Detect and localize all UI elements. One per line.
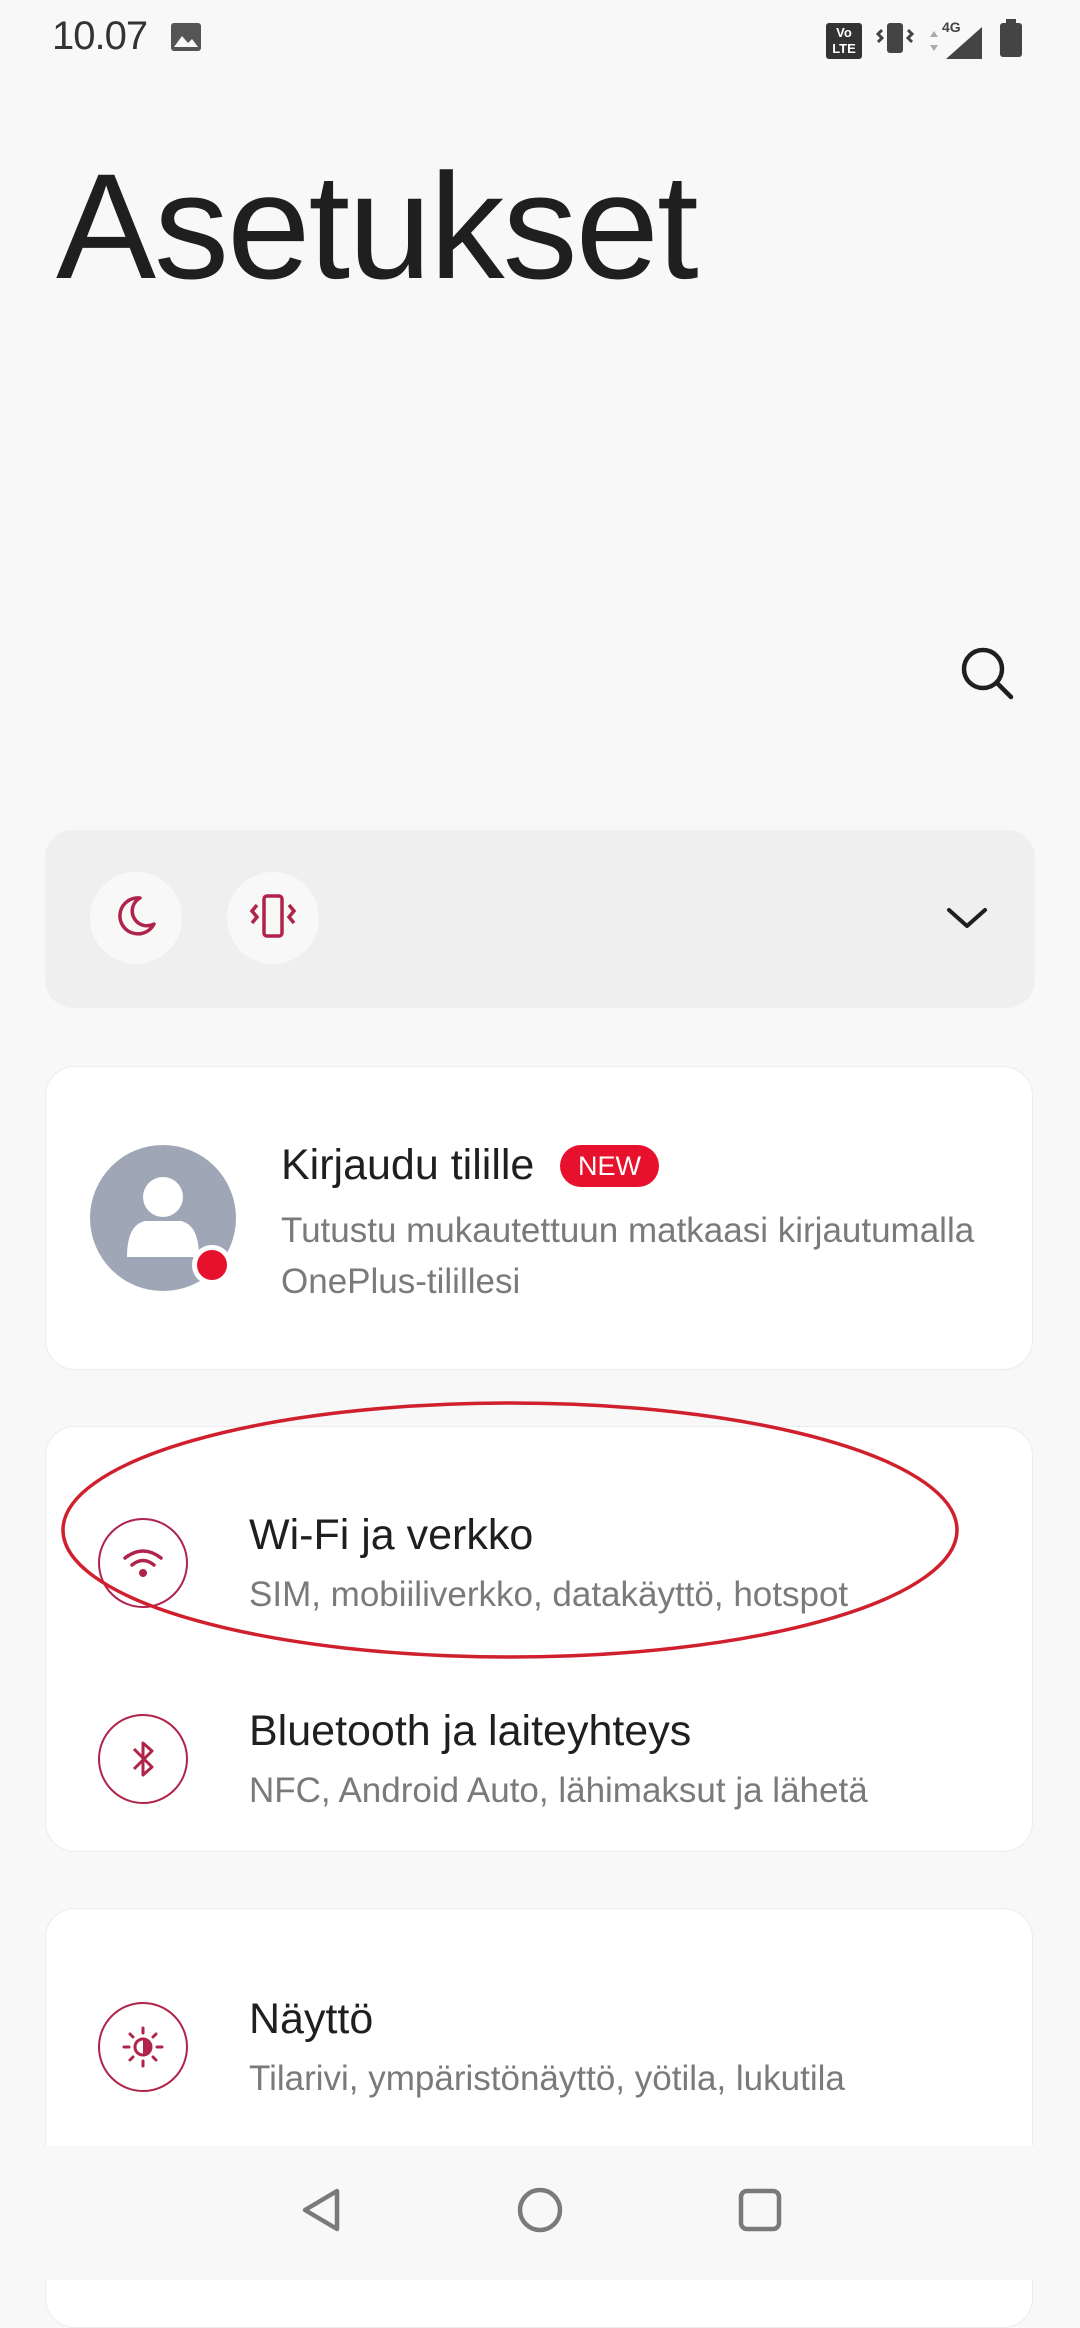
brightness-icon: [98, 2002, 188, 2092]
settings-item-subtitle: NFC, Android Auto, lähimaksut ja lähetä: [249, 1771, 868, 1810]
account-title: Kirjaudu tilille: [281, 1141, 535, 1189]
settings-item-title: Näyttö: [249, 1995, 374, 2043]
battery-icon: [998, 18, 1024, 63]
search-button[interactable]: [952, 640, 1024, 712]
home-icon: [515, 2185, 565, 2240]
navigation-bar: [0, 2146, 1080, 2280]
highlight-ellipse: [61, 1401, 959, 1659]
home-button[interactable]: [508, 2180, 572, 2244]
volte-icon: Vo LTE: [826, 22, 862, 59]
quick-settings-panel: [45, 830, 1035, 1008]
status-time: 10.07: [52, 14, 148, 58]
account-description: Tutustu mukautettuun matkaasi kirjautuma…: [281, 1211, 975, 1301]
image-icon: [170, 22, 202, 57]
settings-item-subtitle: Tilarivi, ympäristönäyttö, yötila, lukut…: [249, 2059, 845, 2098]
page-title: Asetukset: [56, 142, 699, 310]
status-bar: 10.07 Vo LTE 4G: [0, 0, 1080, 80]
notification-dot: [192, 1245, 232, 1285]
chevron-down-icon: [945, 904, 989, 937]
settings-item-display[interactable]: Näyttö Tilarivi, ympäristönäyttö, yötila…: [46, 1957, 1032, 2137]
settings-item-bluetooth[interactable]: Bluetooth ja laiteyhteys NFC, Android Au…: [46, 1669, 1032, 1849]
bluetooth-icon: [98, 1714, 188, 1804]
do-not-disturb-toggle[interactable]: [90, 872, 182, 964]
vibrate-toggle[interactable]: [227, 872, 319, 964]
expand-quick-settings-button[interactable]: [935, 888, 999, 952]
search-icon: [958, 644, 1018, 709]
recents-icon: [735, 2185, 785, 2240]
signal-4g-icon: 4G: [928, 19, 984, 61]
back-icon: [297, 2185, 347, 2240]
vibrate-icon: [875, 20, 915, 61]
new-badge: NEW: [560, 1145, 659, 1187]
recents-button[interactable]: [728, 2180, 792, 2244]
status-icons: Vo LTE 4G: [826, 18, 1024, 63]
back-button[interactable]: [290, 2180, 354, 2244]
do-not-disturb-moon-icon: [112, 892, 160, 945]
settings-item-title: Bluetooth ja laiteyhteys: [249, 1707, 692, 1755]
vibrate-icon: [248, 893, 298, 944]
account-card[interactable]: Kirjaudu tilille NEW Tutustu mukautettuu…: [45, 1066, 1033, 1370]
